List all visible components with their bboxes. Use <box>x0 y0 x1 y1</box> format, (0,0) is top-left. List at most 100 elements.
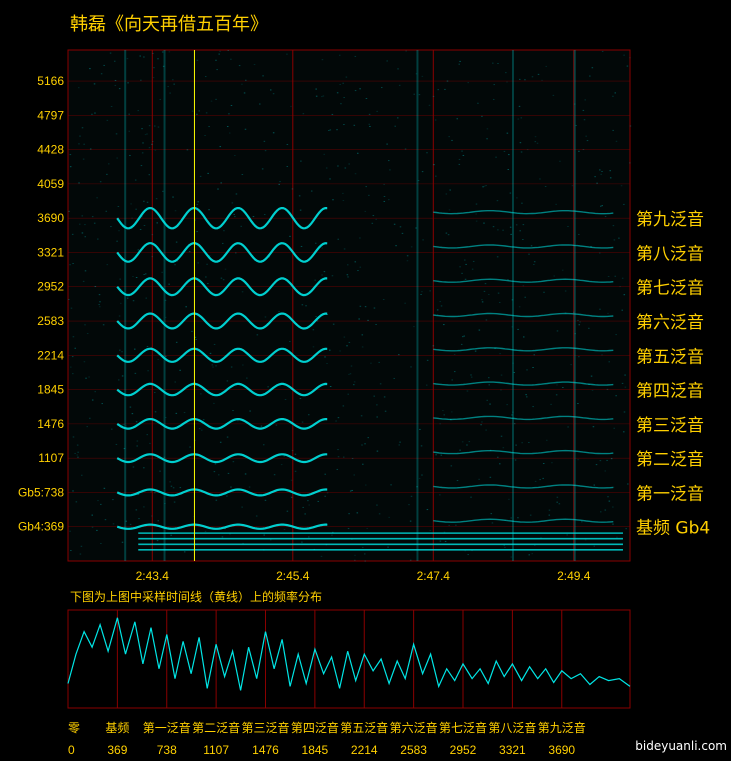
noise-speck <box>154 411 157 413</box>
noise-speck <box>442 410 444 412</box>
noise-speck <box>395 245 397 247</box>
noise-speck <box>332 323 335 325</box>
y-tick-label: 4797 <box>37 108 64 122</box>
noise-speck <box>521 442 523 444</box>
noise-speck <box>315 242 317 244</box>
noise-speck <box>516 197 518 199</box>
noise-speck <box>326 362 328 364</box>
dist-x-tick: 1107 <box>203 743 229 757</box>
noise-speck <box>72 373 74 375</box>
noise-speck <box>398 84 401 86</box>
noise-speck <box>478 329 481 331</box>
noise-speck <box>368 123 370 125</box>
noise-speck <box>383 195 386 197</box>
noise-speck <box>173 501 176 503</box>
dist-x-tick: 2214 <box>351 743 378 757</box>
noise-speck <box>577 403 579 405</box>
noise-speck <box>413 93 415 95</box>
x-tick-label: 2:49.4 <box>557 569 591 583</box>
noise-speck <box>143 506 145 508</box>
noise-speck <box>137 110 139 112</box>
noise-speck <box>146 201 149 203</box>
noise-speck <box>607 496 609 498</box>
noise-speck <box>78 143 80 145</box>
noise-speck <box>91 526 94 528</box>
noise-speck <box>86 426 89 428</box>
noise-speck <box>244 473 247 475</box>
noise-speck <box>397 117 399 119</box>
noise-speck <box>81 127 84 129</box>
noise-speck <box>376 110 378 112</box>
noise-speck <box>208 126 210 128</box>
noise-speck <box>291 188 294 190</box>
noise-speck <box>91 514 93 516</box>
noise-speck <box>83 143 85 145</box>
noise-speck <box>121 541 124 543</box>
noise-speck <box>186 149 189 151</box>
noise-speck <box>358 318 360 320</box>
noise-speck <box>517 118 520 120</box>
noise-speck <box>228 113 230 115</box>
noise-speck <box>113 60 116 62</box>
dist-x-label: 第六泛音 <box>390 720 438 735</box>
noise-speck <box>421 171 424 173</box>
noise-speck <box>91 113 93 115</box>
noise-speck <box>445 232 448 234</box>
noise-speck <box>365 186 367 188</box>
noise-speck <box>344 167 347 169</box>
noise-speck <box>353 381 356 383</box>
noise-speck <box>461 150 463 152</box>
noise-speck <box>536 142 539 144</box>
noise-speck <box>561 269 564 271</box>
noise-speck <box>275 424 278 426</box>
noise-speck <box>422 239 424 241</box>
noise-speck <box>509 192 512 194</box>
noise-speck <box>74 452 76 454</box>
noise-speck <box>388 199 390 201</box>
noise-speck <box>220 277 223 279</box>
noise-speck <box>106 119 109 121</box>
noise-speck <box>226 126 229 128</box>
transient-streak <box>511 50 514 561</box>
noise-speck <box>429 529 432 531</box>
noise-speck <box>443 324 445 326</box>
noise-speck <box>232 409 234 411</box>
noise-speck <box>132 300 135 302</box>
noise-speck <box>336 92 339 94</box>
noise-speck <box>262 75 264 77</box>
noise-speck <box>443 414 446 416</box>
noise-speck <box>213 471 216 473</box>
noise-speck <box>273 474 276 476</box>
noise-speck <box>167 86 169 88</box>
noise-speck <box>467 82 470 84</box>
dist-x-tick: 3690 <box>548 743 575 757</box>
noise-speck <box>524 79 526 81</box>
noise-speck <box>132 276 134 278</box>
noise-speck <box>526 369 528 371</box>
noise-speck <box>157 520 160 522</box>
noise-speck <box>240 225 242 227</box>
noise-speck <box>425 384 428 386</box>
noise-speck <box>599 308 601 310</box>
noise-speck <box>152 52 154 54</box>
noise-speck <box>315 315 317 317</box>
noise-speck <box>218 53 220 55</box>
noise-speck <box>559 160 561 162</box>
noise-speck <box>159 470 161 472</box>
noise-speck <box>447 234 450 236</box>
noise-speck <box>623 431 625 433</box>
harmonic-labels: 第九泛音第八泛音第七泛音第六泛音第五泛音第四泛音第三泛音第二泛音第一泛音基频 G… <box>636 210 710 539</box>
noise-speck <box>624 374 626 376</box>
noise-speck <box>370 362 372 364</box>
noise-speck <box>488 294 490 296</box>
noise-speck <box>278 311 280 313</box>
noise-speck <box>401 232 404 234</box>
noise-speck <box>528 253 530 255</box>
noise-speck <box>558 503 561 505</box>
noise-speck <box>78 182 80 184</box>
noise-speck <box>117 379 120 381</box>
noise-speck <box>338 54 341 56</box>
noise-speck <box>86 333 89 335</box>
noise-speck <box>93 222 96 224</box>
noise-speck <box>255 515 258 517</box>
